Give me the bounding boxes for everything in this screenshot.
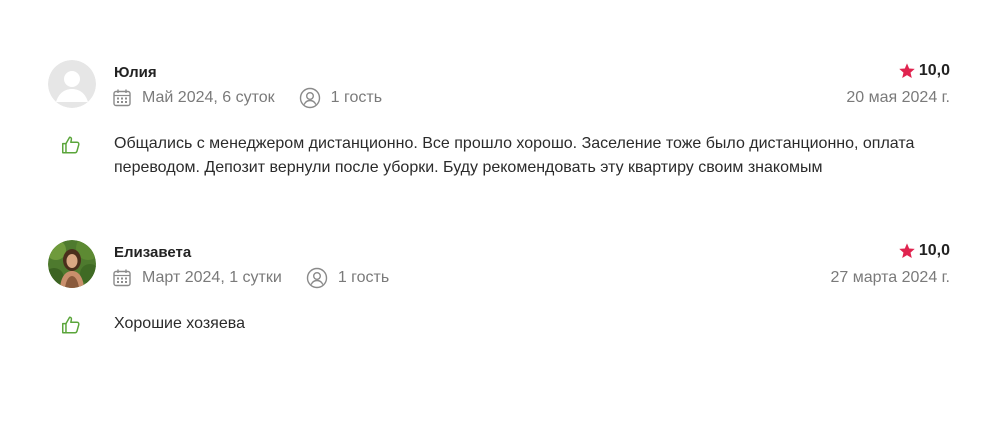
avatar-placeholder-icon (48, 60, 96, 108)
rating-value: 10,0 (918, 62, 950, 79)
star-icon (898, 242, 916, 260)
guest-icon (299, 87, 321, 109)
star-icon (898, 62, 916, 80)
review-meta: Март 2024, 1 сутки 1 гость (112, 266, 389, 290)
calendar-icon (112, 88, 132, 108)
stay-period: Март 2024, 1 сутки (142, 269, 282, 286)
review-author: Юлия (114, 64, 157, 81)
thumbs-up-icon (60, 134, 82, 156)
review-date: 27 марта 2024 г. (830, 269, 950, 286)
thumbs-up-icon (60, 314, 82, 336)
review-text: Хорошие хозяева (114, 315, 245, 332)
review-author: Елизавета (114, 244, 192, 261)
guest-icon (306, 267, 328, 289)
guest-count: 1 гость (337, 269, 390, 286)
stay-period: Май 2024, 6 суток (142, 89, 275, 106)
calendar-icon (112, 268, 132, 288)
review-meta: Май 2024, 6 суток 1 гость (112, 86, 382, 110)
review-rating: 10,0 (898, 62, 950, 80)
guest-count: 1 гость (330, 89, 383, 106)
review-text: Общались с менеджером дистанционно. Все … (114, 135, 915, 176)
review-rating: 10,0 (898, 242, 950, 260)
review-date: 20 мая 2024 г. (846, 89, 950, 106)
avatar-photo (48, 240, 96, 288)
rating-value: 10,0 (918, 242, 950, 259)
